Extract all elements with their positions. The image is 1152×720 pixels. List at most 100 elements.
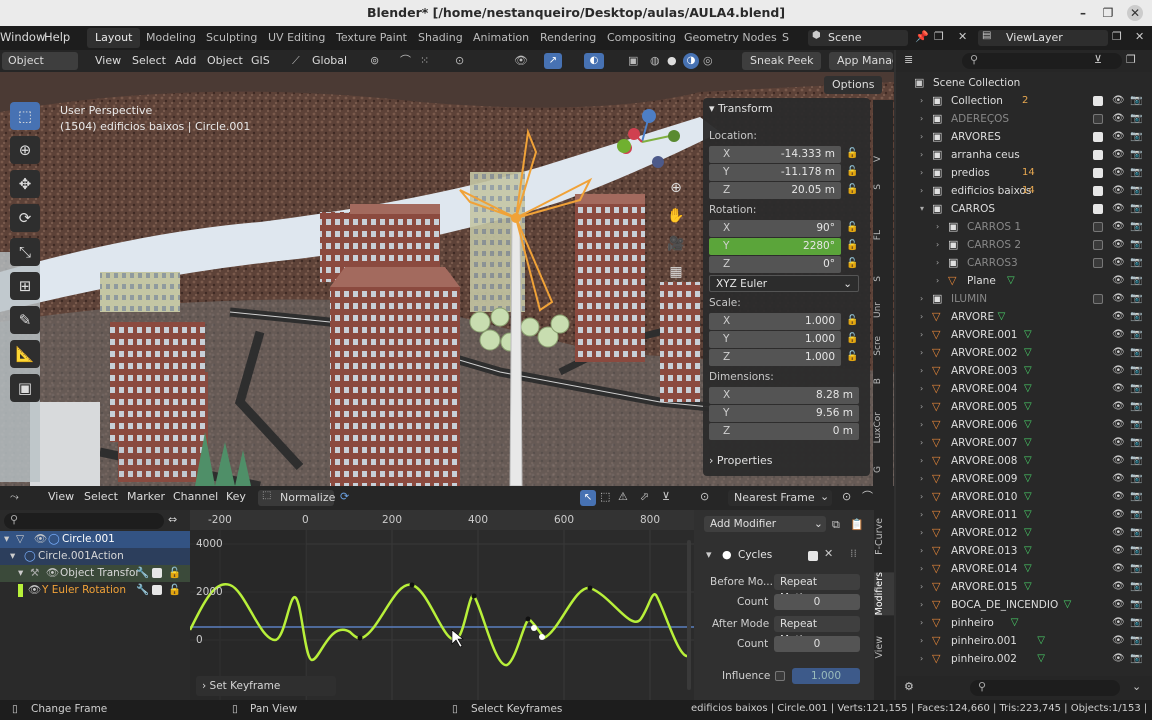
rotation-z-field[interactable]: Z 0° — [709, 256, 841, 273]
scale-tool-icon[interactable]: ⤡ — [10, 238, 40, 266]
tab-rendering[interactable]: Rendering — [532, 28, 604, 48]
eye-icon[interactable]: 👁 — [1112, 254, 1125, 272]
lock-icon[interactable]: 🔓 — [846, 184, 858, 195]
camera-icon[interactable]: 📷 — [1130, 146, 1142, 164]
camera-icon[interactable]: 📷 — [1130, 488, 1142, 506]
eye-icon[interactable]: 👁 — [1112, 524, 1125, 542]
eye-icon[interactable]: 👁 — [1112, 596, 1125, 614]
expand-icon[interactable]: › — [920, 560, 923, 578]
outliner-row[interactable]: ▾ ▣ CARROS 👁 📷 — [896, 200, 1152, 218]
annotate-tool-icon[interactable]: ✎ — [10, 306, 40, 334]
before-count-field[interactable]: 0 — [774, 594, 860, 610]
new-collection-icon[interactable]: ❐ — [1126, 53, 1136, 66]
expand-icon[interactable]: › — [920, 542, 923, 560]
proportional-edit-icon[interactable]: ⊙ — [842, 489, 851, 505]
transform-tool-icon[interactable]: ⊞ — [10, 272, 40, 300]
rotation-x-field[interactable]: X 90° — [709, 220, 841, 237]
create-ghost-icon[interactable]: ⬀ — [640, 489, 649, 505]
outliner-row[interactable]: › ▽ ARVORE.010 ▽ 👁 📷 — [896, 488, 1152, 506]
after-mode-dropdown[interactable]: Repeat Motion — [774, 616, 860, 646]
camera-icon[interactable]: 📷 — [1130, 596, 1142, 614]
outliner-row[interactable]: › ▽ ARVORE.008 ▽ 👁 📷 — [896, 452, 1152, 470]
warning-icon[interactable]: ⚠ — [618, 489, 628, 505]
pivot-icon[interactable]: ⊚ — [370, 53, 379, 69]
eye-icon[interactable]: 👁 — [1112, 326, 1125, 344]
expand-icon[interactable]: › — [920, 92, 923, 110]
camera-icon[interactable]: 📷 — [1130, 182, 1142, 200]
tab-scripting[interactable]: S — [774, 28, 797, 48]
outliner-row[interactable]: › ▣ predios 14 👁 📷 — [896, 164, 1152, 182]
tab-unr[interactable]: Unr — [873, 302, 893, 318]
eye-icon[interactable]: 👁 — [1112, 632, 1125, 650]
filter-icon[interactable]: ⊻ — [1094, 53, 1102, 66]
outliner-row[interactable]: › ▽ ARVORE.002 ▽ 👁 📷 — [896, 344, 1152, 362]
visibility-icon[interactable]: 👁 — [514, 53, 528, 69]
tab-uv-editing[interactable]: UV Editing — [260, 28, 333, 48]
channel-object-row[interactable]: ▾ ▽ 👁 ◯ Circle.001 — [0, 531, 190, 548]
camera-icon[interactable]: 📷 — [1130, 650, 1142, 668]
modifier-icon[interactable]: 🔧 — [136, 565, 149, 582]
outliner-row[interactable]: › ▣ Collection 2 👁 📷 — [896, 92, 1152, 110]
eye-icon[interactable]: 👁 — [1112, 236, 1125, 254]
lock-icon[interactable]: 🔓 — [168, 565, 181, 582]
camera-icon[interactable]: 📷 — [1130, 506, 1142, 524]
camera-icon[interactable]: 📷 — [1130, 164, 1142, 182]
outliner-row[interactable]: › ▽ ARVORE.011 ▽ 👁 📷 — [896, 506, 1152, 524]
lock-icon[interactable]: 🔓 — [846, 315, 858, 326]
camera-icon[interactable]: 📷 — [1130, 218, 1142, 236]
menu-select[interactable]: Select — [132, 53, 166, 69]
channel-search-input[interactable]: ⚲ — [4, 513, 164, 529]
menu-view[interactable]: View — [95, 53, 121, 69]
expand-icon[interactable]: › — [936, 236, 939, 254]
tab-animation[interactable]: Animation — [465, 28, 537, 48]
menu-object[interactable]: Object — [207, 53, 243, 69]
expand-icon[interactable]: › — [920, 506, 923, 524]
expand-icon[interactable]: › — [920, 578, 923, 596]
overlay-toggle-icon[interactable]: ◐ — [584, 53, 604, 69]
tab-s1[interactable]: S — [873, 184, 893, 190]
material-shading-icon[interactable]: ◑ — [683, 53, 699, 69]
eye-icon[interactable]: 👁 — [1112, 416, 1125, 434]
expand-icon[interactable]: › — [920, 470, 923, 488]
camera-icon[interactable]: 📷 — [1130, 200, 1142, 218]
exclude-checkbox[interactable] — [1093, 132, 1103, 142]
camera-icon[interactable]: 📷 — [1130, 380, 1142, 398]
normalize-toggle[interactable]: ⬚ Normalize — [258, 490, 335, 506]
graph-menu-channel[interactable]: Channel — [173, 489, 218, 505]
close-scene-icon[interactable]: ✕ — [958, 30, 967, 43]
scale-x-field[interactable]: X 1.000 — [709, 313, 841, 330]
fcurve-checkbox[interactable] — [152, 585, 162, 595]
channel-group-row[interactable]: ▾ ⚒ 👁 Object Transfor 🔧 🔓 — [0, 565, 190, 582]
eye-icon[interactable]: 👁 — [1112, 434, 1125, 452]
mode-dropdown[interactable]: Object Mode — [2, 52, 78, 85]
outliner-row[interactable]: › ▽ ARVORE.013 ▽ 👁 📷 — [896, 542, 1152, 560]
expand-icon[interactable]: › — [920, 164, 923, 182]
eye-icon[interactable]: 👁 — [1112, 344, 1125, 362]
tab-shading[interactable]: Shading — [410, 28, 471, 48]
scale-z-field[interactable]: Z 1.000 — [709, 349, 841, 366]
camera-icon[interactable]: 📷 — [1130, 416, 1142, 434]
eye-icon[interactable]: 👁 — [1112, 92, 1125, 110]
rotate-tool-icon[interactable]: ⟳ — [10, 204, 40, 232]
outliner-row[interactable]: › ▽ Plane ▽ 👁 📷 — [896, 272, 1152, 290]
eye-icon[interactable]: 👁 — [1112, 182, 1125, 200]
eye-icon[interactable]: 👁 — [1112, 614, 1125, 632]
orientation-dropdown[interactable]: Global — [312, 53, 347, 69]
collapse-icon[interactable]: ▾ — [706, 548, 712, 561]
exclude-checkbox[interactable] — [1093, 240, 1103, 250]
outliner-row[interactable]: › ▣ arranha ceus 👁 📷 — [896, 146, 1152, 164]
editor-type-icon[interactable]: ≣ — [904, 53, 913, 66]
outliner-row[interactable]: › ▽ ARVORE.004 ▽ 👁 📷 — [896, 380, 1152, 398]
eye-icon[interactable]: 👁 — [1112, 146, 1125, 164]
dimensions-z-field[interactable]: Z0 m — [709, 423, 859, 440]
graph-area[interactable]: -200 0 200 400 600 800 4000 2000 0 › Set… — [190, 510, 694, 700]
eye-icon[interactable]: 👁 — [1112, 650, 1125, 668]
grid-view-icon[interactable]: ▦ — [664, 264, 688, 292]
viewlayer-selector[interactable]: ▤ ViewLayer — [978, 30, 1108, 46]
eye-icon[interactable]: 👁 — [1112, 128, 1125, 146]
lock-icon[interactable]: 🔓 — [846, 148, 858, 159]
add-cube-tool-icon[interactable]: ▣ — [10, 374, 40, 402]
outliner-row[interactable]: › ▽ BOCA_DE_INCENDIO ▽ 👁 📷 — [896, 596, 1152, 614]
lock-icon[interactable]: 🔓 — [168, 582, 181, 599]
location-x-field[interactable]: X -14.333 m — [709, 146, 841, 163]
